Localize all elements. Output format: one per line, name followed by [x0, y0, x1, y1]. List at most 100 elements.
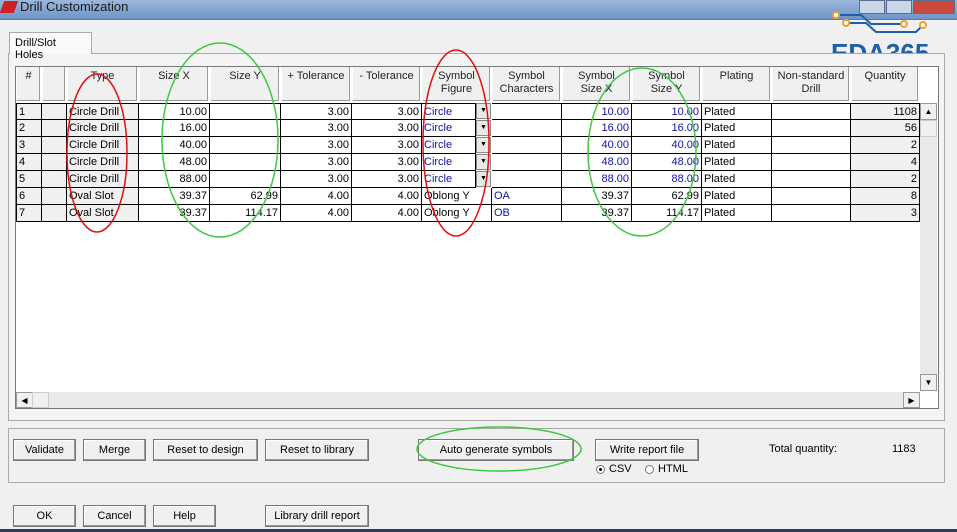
cell-tol-plus[interactable]: 3.00	[281, 103, 352, 120]
column-header-nonstd[interactable]: Non-standard Drill	[772, 67, 851, 101]
cell-size-y[interactable]	[210, 137, 281, 154]
cancel-button[interactable]: Cancel	[83, 505, 146, 527]
column-header-symbol-chars[interactable]: Symbol Characters	[492, 67, 562, 101]
cell-size-x[interactable]: 48.00	[139, 154, 210, 171]
column-header-sym-size-y[interactable]: Symbol Size Y	[632, 67, 702, 101]
cell-tol-plus[interactable]: 3.00	[281, 137, 352, 154]
cell-nonstd[interactable]	[772, 188, 851, 205]
cell-plating[interactable]: Plated	[702, 154, 772, 171]
scroll-right-icon[interactable]: ▶	[903, 392, 920, 408]
cell-plating[interactable]: Plated	[702, 120, 772, 137]
cell-sym-size-x[interactable]: 16.00	[562, 120, 632, 137]
column-header-sym-size-x[interactable]: Symbol Size X	[562, 67, 632, 101]
cell-symbol-chars[interactable]	[492, 154, 562, 171]
column-header-plating[interactable]: Plating	[702, 67, 772, 101]
vertical-scrollbar[interactable]: ▲ ▼	[920, 103, 937, 391]
cell-symbol-figure[interactable]: Oblong Y	[422, 188, 492, 205]
cell-sym-size-y[interactable]: 88.00	[632, 171, 702, 188]
cell-size-x[interactable]: 39.37	[139, 188, 210, 205]
cell-sym-size-y[interactable]: 48.00	[632, 154, 702, 171]
merge-button[interactable]: Merge	[83, 439, 146, 461]
validate-button[interactable]: Validate	[13, 439, 76, 461]
cell-tol-minus[interactable]: 4.00	[352, 188, 422, 205]
cell-symbol-chars[interactable]: OA	[492, 188, 562, 205]
column-header-size-x[interactable]: Size X	[139, 67, 210, 101]
cell-tol-plus[interactable]: 4.00	[281, 205, 352, 222]
cell-nonstd[interactable]	[772, 171, 851, 188]
cell-symbol-chars[interactable]	[492, 120, 562, 137]
cell-tol-minus[interactable]: 3.00	[352, 103, 422, 120]
cell-size-y[interactable]	[210, 103, 281, 120]
html-radio[interactable]: HTML	[645, 463, 688, 475]
cell-sym-size-y[interactable]: 16.00	[632, 120, 702, 137]
cell-size-x[interactable]: 40.00	[139, 137, 210, 154]
column-header-tol-minus[interactable]: - Tolerance	[352, 67, 422, 101]
cell-size-x[interactable]: 88.00	[139, 171, 210, 188]
scroll-thumb[interactable]	[920, 120, 937, 137]
dropdown-arrow-icon[interactable]: ▼	[476, 137, 491, 153]
column-header-type[interactable]: Type	[67, 67, 139, 101]
cell-size-y[interactable]: 62.99	[210, 188, 281, 205]
cell-nonstd[interactable]	[772, 103, 851, 120]
column-header-blank[interactable]	[42, 67, 67, 101]
scroll-left-icon[interactable]: ◀	[16, 392, 33, 408]
cell-tol-minus[interactable]: 3.00	[352, 137, 422, 154]
csv-radio[interactable]: CSV	[596, 463, 632, 475]
cell-plating[interactable]: Plated	[702, 205, 772, 222]
column-header-num[interactable]: #	[16, 67, 42, 101]
column-header-tol-plus[interactable]: + Tolerance	[281, 67, 352, 101]
cell-symbol-figure[interactable]: Circle	[422, 120, 476, 137]
cell-tol-plus[interactable]: 3.00	[281, 171, 352, 188]
scroll-up-icon[interactable]: ▲	[920, 103, 937, 120]
reset-to-design-button[interactable]: Reset to design	[153, 439, 258, 461]
dropdown-arrow-icon[interactable]: ▼	[476, 154, 491, 170]
cell-symbol-chars[interactable]	[492, 103, 562, 120]
cell-symbol-chars[interactable]	[492, 171, 562, 188]
cell-tol-minus[interactable]: 3.00	[352, 171, 422, 188]
dropdown-arrow-icon[interactable]: ▼	[476, 120, 491, 136]
cell-symbol-figure[interactable]: Oblong Y	[422, 205, 492, 222]
cell-sym-size-x[interactable]: 10.00	[562, 103, 632, 120]
horizontal-scrollbar[interactable]: ◀ ▶	[16, 392, 920, 408]
ok-button[interactable]: OK	[13, 505, 76, 527]
dropdown-arrow-icon[interactable]: ▼	[476, 171, 491, 187]
cell-plating[interactable]: Plated	[702, 103, 772, 120]
cell-sym-size-x[interactable]: 39.37	[562, 188, 632, 205]
cell-sym-size-y[interactable]: 10.00	[632, 103, 702, 120]
column-header-symbol-figure[interactable]: Symbol Figure	[422, 67, 492, 101]
cell-tol-minus[interactable]: 3.00	[352, 154, 422, 171]
help-button[interactable]: Help	[153, 505, 216, 527]
cell-sym-size-x[interactable]: 48.00	[562, 154, 632, 171]
cell-tol-plus[interactable]: 4.00	[281, 188, 352, 205]
cell-symbol-chars[interactable]	[492, 137, 562, 154]
cell-size-x[interactable]: 39.37	[139, 205, 210, 222]
cell-tol-plus[interactable]: 3.00	[281, 120, 352, 137]
cell-symbol-figure[interactable]: Circle	[422, 137, 476, 154]
cell-tol-plus[interactable]: 3.00	[281, 154, 352, 171]
cell-tol-minus[interactable]: 3.00	[352, 120, 422, 137]
cell-sym-size-y[interactable]: 40.00	[632, 137, 702, 154]
library-drill-report-button[interactable]: Library drill report	[265, 505, 369, 527]
cell-sym-size-x[interactable]: 39.37	[562, 205, 632, 222]
cell-symbol-figure[interactable]: Circle	[422, 154, 476, 171]
cell-size-y[interactable]	[210, 171, 281, 188]
write-report-file-button[interactable]: Write report file	[595, 439, 699, 461]
cell-sym-size-y[interactable]: 114.17	[632, 205, 702, 222]
cell-plating[interactable]: Plated	[702, 188, 772, 205]
cell-tol-minus[interactable]: 4.00	[352, 205, 422, 222]
cell-sym-size-x[interactable]: 88.00	[562, 171, 632, 188]
cell-plating[interactable]: Plated	[702, 171, 772, 188]
cell-nonstd[interactable]	[772, 205, 851, 222]
column-header-quantity[interactable]: Quantity	[851, 67, 920, 101]
cell-size-y[interactable]	[210, 120, 281, 137]
cell-sym-size-x[interactable]: 40.00	[562, 137, 632, 154]
cell-nonstd[interactable]	[772, 137, 851, 154]
cell-size-x[interactable]: 16.00	[139, 120, 210, 137]
cell-size-x[interactable]: 10.00	[139, 103, 210, 120]
auto-generate-symbols-button[interactable]: Auto generate symbols	[418, 439, 574, 461]
scroll-down-icon[interactable]: ▼	[920, 374, 937, 391]
column-header-size-y[interactable]: Size Y	[210, 67, 281, 101]
cell-plating[interactable]: Plated	[702, 137, 772, 154]
cell-sym-size-y[interactable]: 62.99	[632, 188, 702, 205]
cell-symbol-figure[interactable]: Circle	[422, 103, 476, 120]
